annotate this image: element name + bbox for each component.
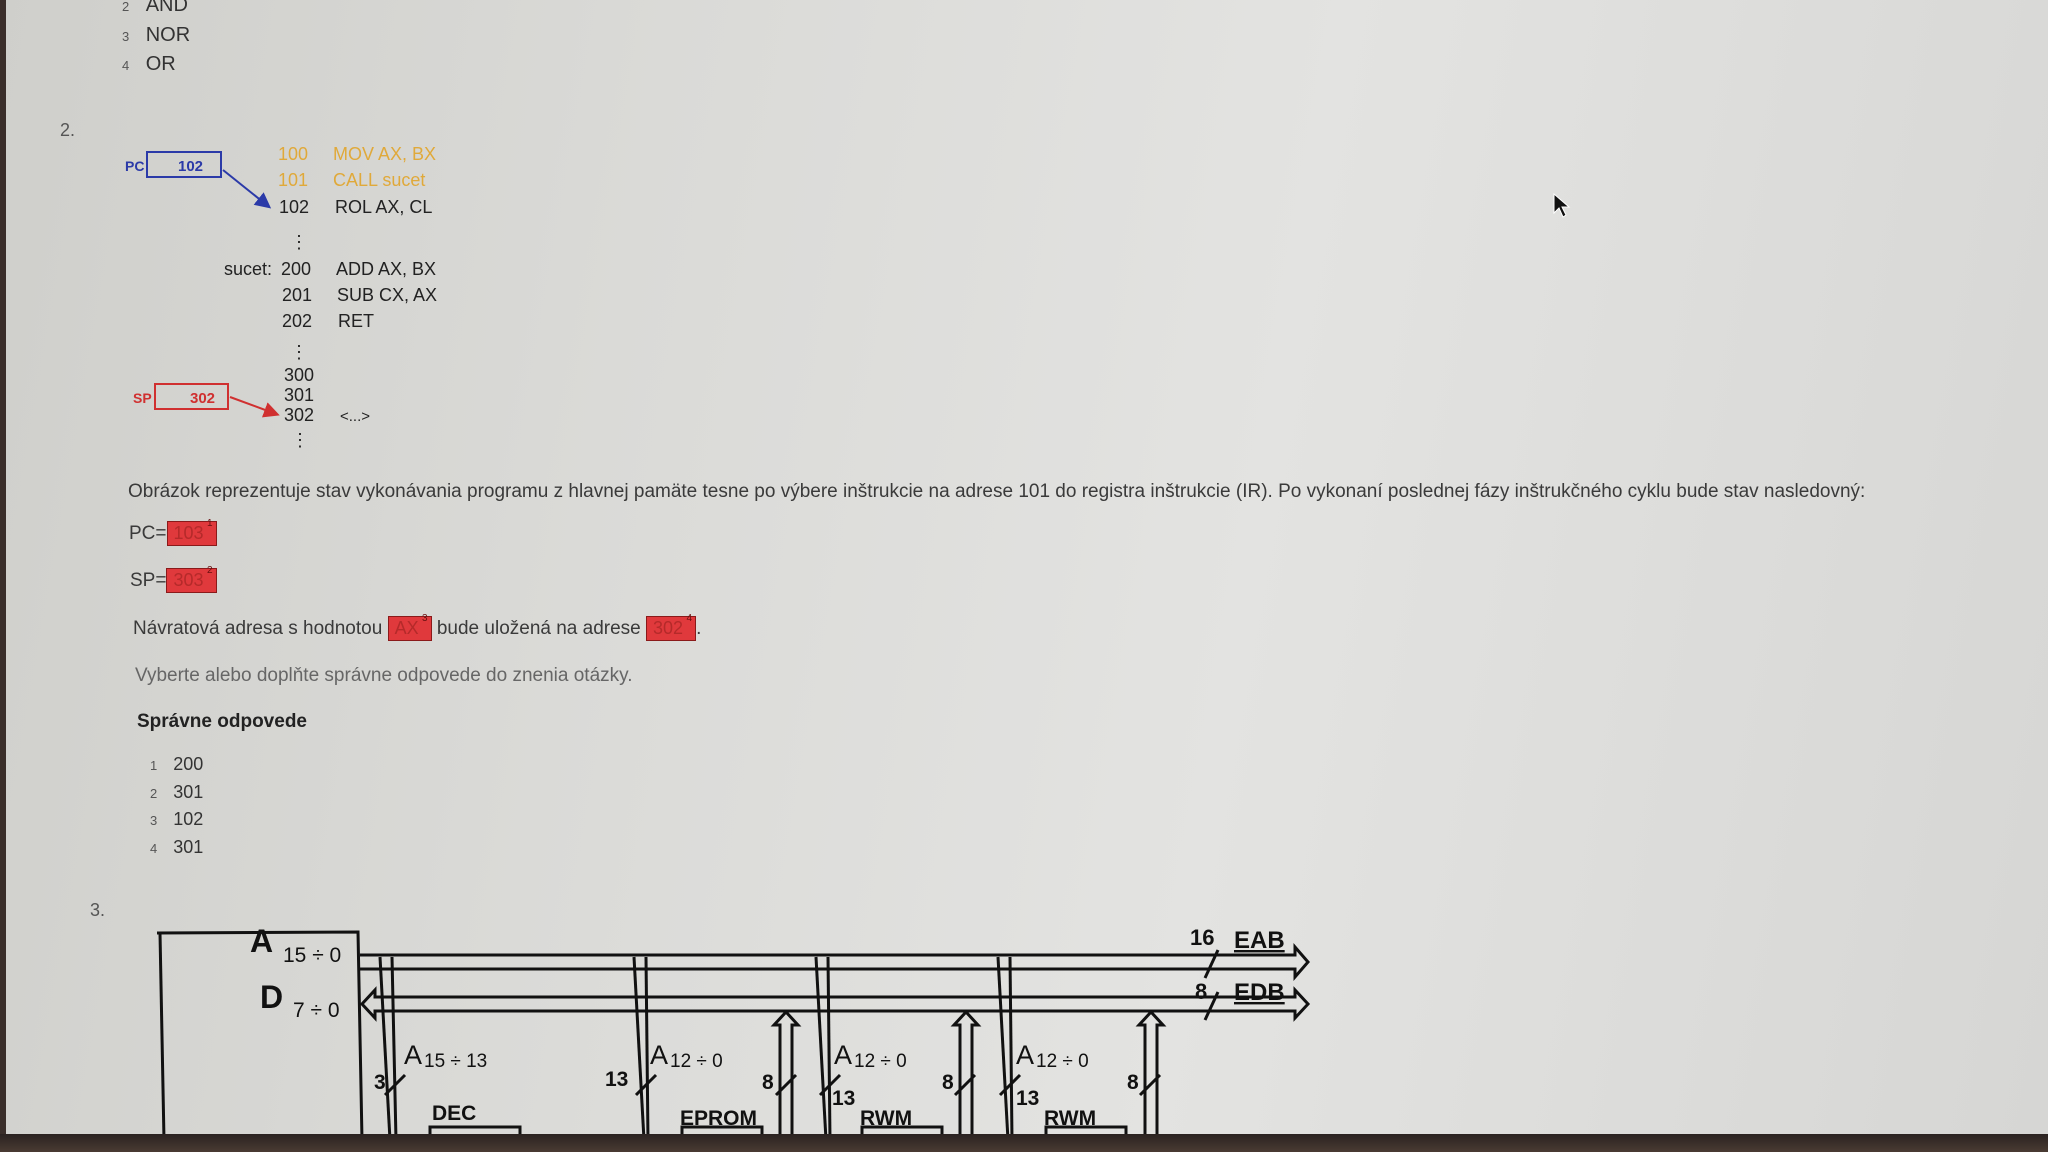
pc-value: 102 xyxy=(178,158,203,175)
list-number: 3 xyxy=(150,813,158,828)
return-address-row: Návratová adresa s hodnotou AX 3 bude ulo… xyxy=(133,613,702,641)
mem-addr: 201 xyxy=(282,285,312,305)
bus-width: 8 xyxy=(762,1071,774,1094)
list-number: 4 xyxy=(122,58,130,73)
mem-addr: 100 xyxy=(278,144,308,164)
mem-addr: 302 xyxy=(284,405,314,425)
edb-width: 8 xyxy=(1195,979,1207,1004)
mem-instr: MOV AX, BX xyxy=(333,144,436,164)
mem-instr: CALL sucet xyxy=(333,170,425,190)
blank-number: 4 xyxy=(686,613,693,624)
list-item: OR xyxy=(145,53,176,75)
rwm-label: RWM xyxy=(860,1107,912,1130)
list-item: 200 xyxy=(173,754,204,774)
sp-prefix: SP= xyxy=(130,570,167,591)
addr-label: A xyxy=(1016,1040,1034,1070)
sp-blank[interactable]: 303 2 xyxy=(166,565,217,593)
bus-width: 8 xyxy=(942,1071,954,1094)
address-label: A xyxy=(250,923,273,959)
addr-subscript: 15 ÷ 13 xyxy=(424,1051,487,1072)
ellipsis-dots: ⋮ xyxy=(290,232,308,252)
mem-addr: 301 xyxy=(284,385,314,405)
address-subscript: 15 ÷ 0 xyxy=(283,944,341,967)
correct-answers-list: 1 200 2 301 3 102 4 301 xyxy=(150,754,203,864)
bus-width: 3 xyxy=(374,1071,386,1094)
mem-addr: 202 xyxy=(282,311,312,331)
ellipsis-dots: ⋮ xyxy=(290,342,308,362)
pc-blank[interactable]: 103 1 xyxy=(166,518,217,546)
bus-width: 13 xyxy=(1016,1087,1039,1110)
pc-arrow xyxy=(222,169,272,209)
sp-label: SP xyxy=(133,390,152,406)
list-number: 2 xyxy=(122,0,130,14)
blank-number: 1 xyxy=(206,518,213,529)
sp-answer-row: SP= 303 2 xyxy=(130,565,217,593)
bus-width: 13 xyxy=(605,1068,628,1091)
pc-label: PC xyxy=(125,158,144,174)
addr-label: A xyxy=(404,1040,422,1070)
instruction-text: Vyberte alebo doplňte správne odpovede d… xyxy=(135,665,633,686)
blank-value: 303 xyxy=(173,570,204,590)
sucet-label: sucet: xyxy=(224,259,272,279)
bus-width: 8 xyxy=(1127,1071,1139,1094)
blank-value: 302 xyxy=(653,618,684,638)
bus-diagram: A 15 ÷ 0 D 7 ÷ 0 16 EAB 8 EDB A 15 ÷ 13 … xyxy=(156,923,1311,1140)
mem-instr: ROL AX, CL xyxy=(335,197,432,217)
list-number: 2 xyxy=(150,785,158,801)
mouse-cursor-icon xyxy=(1553,193,1571,218)
return-prefix: Návratová adresa s hodnotou xyxy=(133,618,383,639)
bus-width: 13 xyxy=(832,1087,855,1110)
return-value-blank[interactable]: AX 3 xyxy=(387,613,432,641)
return-end: . xyxy=(696,618,702,639)
addr-label: A xyxy=(834,1040,852,1070)
mem-instr: SUB CX, AX xyxy=(337,285,437,305)
screen-bezel-bottom xyxy=(0,1134,2048,1152)
sp-value: 302 xyxy=(190,390,215,407)
pc-prefix: PC= xyxy=(129,523,167,544)
sp-arrow xyxy=(229,396,280,418)
blank-value: 103 xyxy=(173,523,204,543)
list-item: 102 xyxy=(173,809,204,829)
eab-label: EAB xyxy=(1234,927,1285,954)
addr-subscript: 12 ÷ 0 xyxy=(670,1051,723,1072)
pc-answer-row: PC= 103 1 xyxy=(129,518,217,546)
mem-addr: 102 xyxy=(279,197,309,217)
blank-number: 2 xyxy=(206,565,213,576)
mem-addr: 300 xyxy=(284,365,314,385)
mem-instr: ADD AX, BX xyxy=(336,259,436,279)
correct-answers-title: Správne odpovede xyxy=(137,711,307,732)
list-item: NOR xyxy=(145,24,191,46)
dec-label: DEC xyxy=(432,1102,476,1125)
list-number: 1 xyxy=(150,758,158,773)
eab-width: 16 xyxy=(1190,925,1214,950)
previous-answer-list: 2 AND 3 NOR 4 OR xyxy=(122,0,190,82)
edb-bus xyxy=(359,986,1311,1022)
edb-label: EDB xyxy=(1234,979,1285,1006)
list-number: 3 xyxy=(122,29,130,44)
mem-instr: <...> xyxy=(340,408,370,425)
list-item: 301 xyxy=(173,781,204,802)
mem-addr: 101 xyxy=(278,170,308,190)
mem-addr: 200 xyxy=(281,259,311,279)
mem-instr: RET xyxy=(338,311,374,331)
ellipsis-dots: ⋮ xyxy=(291,430,309,450)
rwm-label: RWM xyxy=(1044,1107,1096,1130)
data-subscript: 7 ÷ 0 xyxy=(293,999,340,1022)
eab-bus xyxy=(360,942,1310,982)
return-address-blank[interactable]: 302 4 xyxy=(646,613,697,641)
blank-value: AX xyxy=(394,618,419,638)
addr-subscript: 12 ÷ 0 xyxy=(1036,1051,1089,1072)
data-label: D xyxy=(260,979,283,1015)
blank-number: 3 xyxy=(422,613,428,624)
list-item: AND xyxy=(145,0,188,16)
return-mid: bude uložená na adrese xyxy=(436,618,641,639)
addr-label: A xyxy=(650,1040,668,1070)
eprom-label: EPROM xyxy=(680,1107,757,1130)
list-number: 4 xyxy=(150,840,158,856)
question-text: Obrázok reprezentuje stav vykonávania pr… xyxy=(128,481,1866,502)
addr-subscript: 12 ÷ 0 xyxy=(854,1051,907,1072)
memory-diagram: PC 102 100 MOV AX, BX 101 CALL sucet 102… xyxy=(125,144,437,450)
list-item: 301 xyxy=(173,836,204,857)
